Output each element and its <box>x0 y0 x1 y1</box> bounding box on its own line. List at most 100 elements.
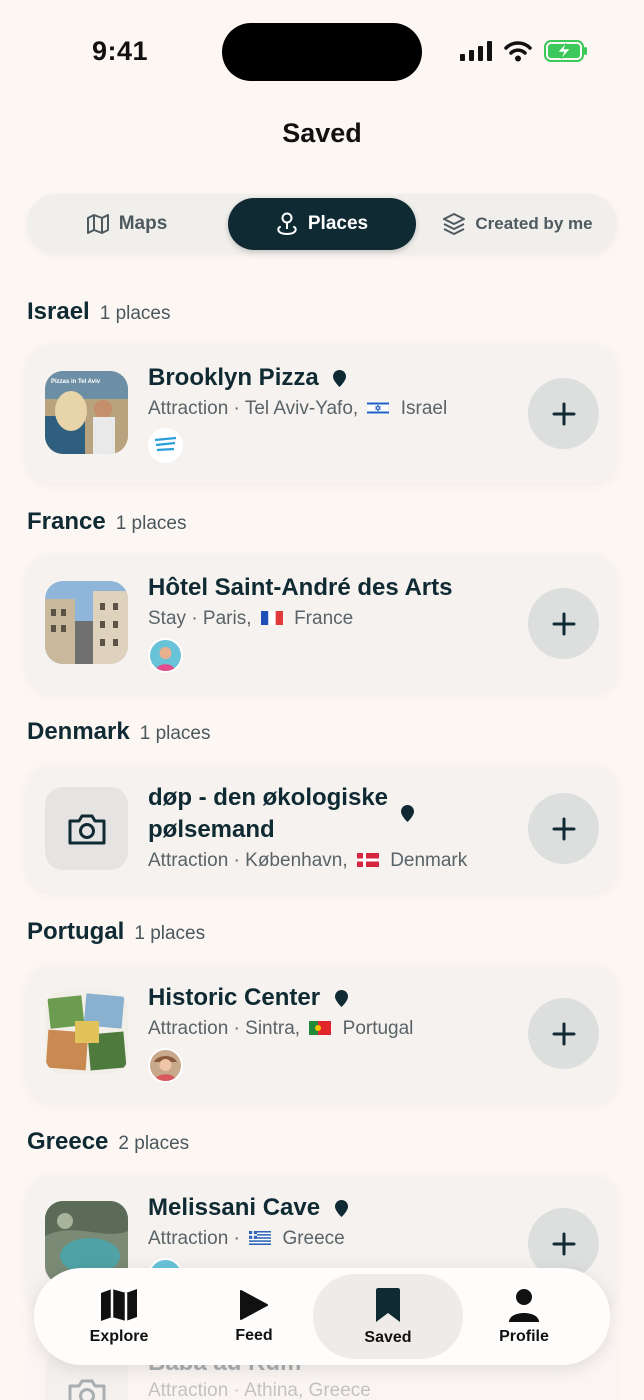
tab-profile-label: Profile <box>499 1327 549 1345</box>
add-to-map-button[interactable] <box>528 793 599 864</box>
camera-icon <box>68 814 105 844</box>
section-country: Portugal <box>27 918 125 945</box>
meta-separator: · <box>233 1380 240 1400</box>
tab-feed-label: Feed <box>235 1326 273 1344</box>
section-count: 1 places <box>134 923 206 944</box>
bookmark-icon <box>376 1287 400 1322</box>
tab-places[interactable]: Places <box>228 198 416 250</box>
tab-created-by-me[interactable]: Created by me <box>419 198 617 250</box>
tab-places-label: Places <box>307 213 369 234</box>
location-pin-icon <box>334 1200 348 1218</box>
tab-explore-label: Explore <box>89 1327 149 1345</box>
section-header-denmark: Denmark 1 places <box>27 718 211 746</box>
section-count: 1 places <box>115 513 187 534</box>
map-icon <box>101 1288 137 1321</box>
camera-icon <box>68 1379 105 1400</box>
layers-icon <box>443 213 466 235</box>
section-country: Israel <box>27 298 90 325</box>
status-icons <box>460 40 588 62</box>
play-icon <box>240 1289 268 1320</box>
section-count: 2 places <box>118 1133 190 1154</box>
plus-icon <box>552 1232 575 1255</box>
add-to-map-button[interactable] <box>528 588 599 659</box>
france-flag-icon <box>260 611 283 625</box>
place-name-line1: døp - den økologiske <box>148 784 389 811</box>
place-category: Attraction <box>148 1228 229 1249</box>
location-pin-icon <box>334 990 348 1008</box>
tab-maps-label: Maps <box>118 213 168 234</box>
section-count: 1 places <box>139 723 211 744</box>
section-header-portugal: Portugal 1 places <box>27 918 205 946</box>
plus-icon <box>552 817 575 840</box>
dynamic-island <box>222 23 422 81</box>
place-name: Melissani Cave <box>148 1192 348 1224</box>
place-country: Denmark <box>390 850 468 871</box>
portugal-flag-icon <box>309 1021 332 1035</box>
place-card-dop[interactable]: døp - den økologiske pølsemand Attractio… <box>27 765 617 892</box>
bottom-tab-bar: Explore Feed Saved Profile <box>34 1268 610 1365</box>
place-country: Portugal <box>342 1018 414 1039</box>
tab-profile[interactable]: Profile <box>449 1274 599 1359</box>
section-header-greece: Greece 2 places <box>27 1128 189 1156</box>
battery-charging-icon <box>544 40 587 62</box>
place-category: Attraction <box>148 1380 229 1400</box>
avatar <box>148 1048 183 1083</box>
place-meta: Attraction · Tel Aviv-Yafo, Israel <box>148 398 447 420</box>
map-icon <box>86 214 109 234</box>
place-name: døp - den økologiske pølsemand <box>148 782 388 846</box>
section-country: Greece <box>27 1128 109 1155</box>
israel-flag-icon <box>367 401 390 415</box>
place-name-text: Brooklyn Pizza <box>148 364 319 391</box>
greece-flag-icon <box>249 1231 272 1245</box>
tab-maps[interactable]: Maps <box>27 198 227 250</box>
place-meta: Stay · Paris, France <box>148 608 353 630</box>
page-title: Saved <box>282 118 362 148</box>
status-time: 9:41 <box>92 36 149 66</box>
tab-explore[interactable]: Explore <box>44 1274 194 1359</box>
add-to-map-button[interactable] <box>528 378 599 449</box>
add-to-map-button[interactable] <box>528 998 599 1069</box>
pin-icon <box>277 212 297 236</box>
place-city: København, <box>245 850 348 871</box>
place-meta: Attraction · København, Denmark <box>148 850 467 872</box>
place-name: Brooklyn Pizza <box>148 362 347 394</box>
plus-icon <box>552 402 575 425</box>
plus-icon <box>552 1022 575 1045</box>
place-name-text: Melissani Cave <box>148 1194 321 1221</box>
meta-separator: · <box>233 850 240 871</box>
tab-saved-label: Saved <box>364 1328 412 1346</box>
tab-feed[interactable]: Feed <box>179 1274 329 1359</box>
place-card-historic-center[interactable]: Historic Center Attraction · Sintra, Por… <box>27 965 617 1103</box>
place-category: Stay <box>148 608 187 629</box>
avatar <box>148 428 183 463</box>
person-icon <box>509 1288 539 1322</box>
cellular-signal-icon <box>460 41 492 61</box>
thumb-caption: Pizzas in Tel Aviv <box>51 379 101 385</box>
place-meta: Attraction · Sintra, Portugal <box>148 1018 413 1040</box>
section-country: France <box>27 508 106 535</box>
meta-separator: · <box>233 1228 240 1249</box>
tab-created-label: Created by me <box>475 214 593 233</box>
place-city: Athina, <box>244 1380 304 1400</box>
tab-saved[interactable]: Saved <box>313 1274 463 1359</box>
place-card-hotel-saint-andre[interactable]: Hôtel Saint-André des Arts Stay · Paris,… <box>27 555 617 693</box>
meta-separator: · <box>233 398 240 419</box>
segmented-control: Maps Places Created by me <box>27 194 617 254</box>
place-category: Attraction <box>148 398 229 419</box>
place-thumbnail: Pizzas in Tel Aviv <box>45 371 128 454</box>
section-header-france: France 1 places <box>27 508 186 536</box>
meta-separator: · <box>191 608 198 629</box>
place-category: Attraction <box>148 850 229 871</box>
place-city: Tel Aviv-Yafo, <box>244 398 359 419</box>
wifi-icon <box>504 41 532 62</box>
place-name-text: Historic Center <box>148 984 321 1011</box>
place-card-brooklyn-pizza[interactable]: Pizzas in Tel Aviv Brooklyn Pizza Attrac… <box>27 345 617 483</box>
place-name: Historic Center <box>148 982 348 1014</box>
plus-icon <box>552 612 575 635</box>
place-city: Paris, <box>202 608 252 629</box>
section-country: Denmark <box>27 718 130 745</box>
place-thumbnail <box>45 991 128 1074</box>
section-header-israel: Israel 1 places <box>27 298 171 326</box>
location-pin-icon <box>333 370 347 388</box>
avatar <box>148 638 183 673</box>
